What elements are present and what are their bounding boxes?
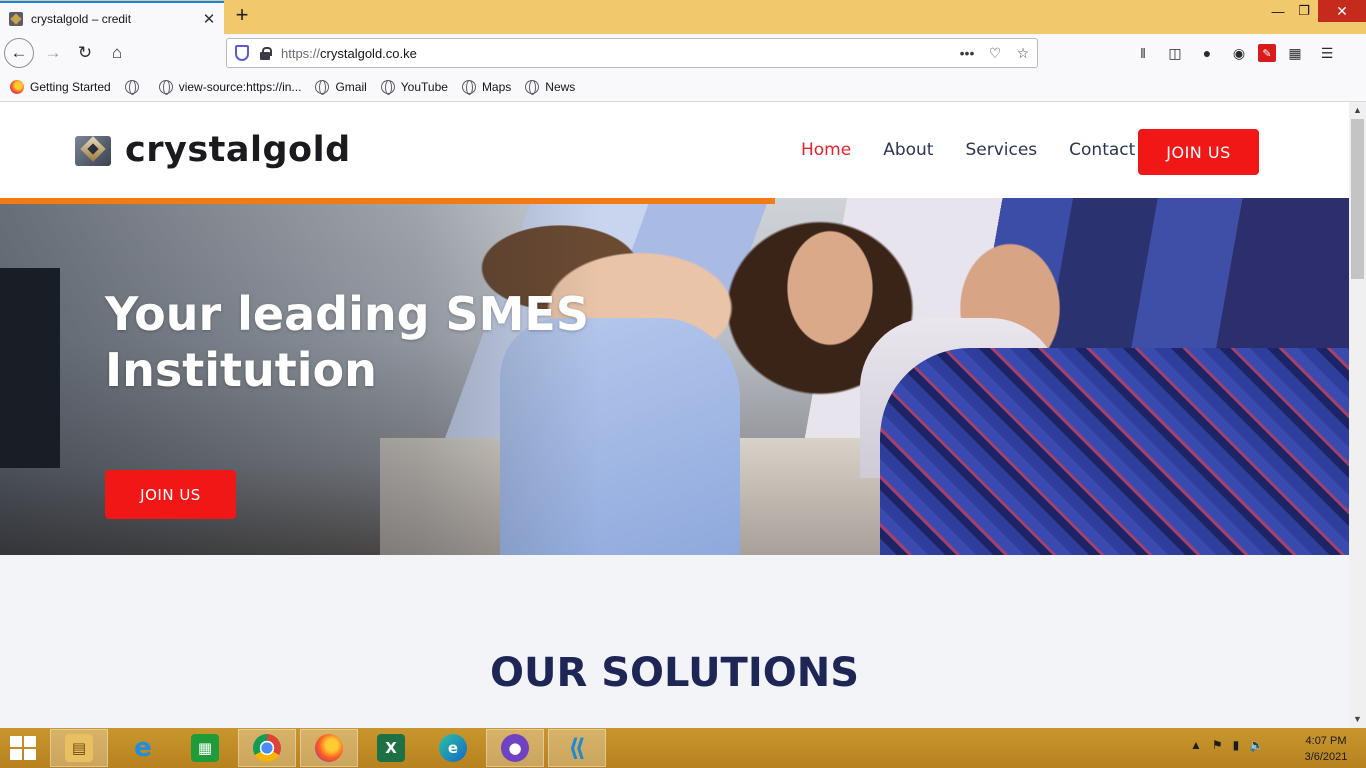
window-minimize-button[interactable]: — [1266, 0, 1290, 22]
taskbar-firefox[interactable] [300, 729, 358, 767]
nav-contact[interactable]: Contact [1069, 140, 1135, 160]
bookmark-youtube[interactable]: YouTube [380, 79, 448, 95]
hero-photo-person-right [880, 348, 1349, 555]
taskbar-excel[interactable]: X [362, 729, 420, 767]
tab-title: crystalgold – credit [31, 11, 132, 26]
taskbar-internet-explorer[interactable]: e [114, 729, 172, 767]
back-arrow-icon[interactable]: ← [4, 38, 34, 68]
windows-taskbar: ▤ e ▦ X e ● ⟪ ▲ ⚑ ▮ 🔈 4:07 PM 3/6/2021 [0, 728, 1366, 768]
lock-icon[interactable] [259, 47, 272, 60]
nav-services[interactable]: Services [965, 140, 1037, 160]
taskbar-github-desktop[interactable]: ● [486, 729, 544, 767]
nav-about[interactable]: About [883, 140, 933, 160]
window-close-button[interactable]: ✕ [1318, 0, 1366, 22]
edge-icon: e [439, 734, 467, 762]
bookmark-getting-started[interactable]: Getting Started [10, 79, 111, 94]
scroll-up-arrow-icon[interactable]: ▲ [1349, 102, 1366, 119]
clock-time: 4:07 PM [1305, 735, 1347, 747]
active-tab[interactable]: crystalgold – credit ✕ [0, 1, 224, 34]
close-tab-icon[interactable]: ✕ [197, 7, 221, 31]
extensions-puzzle-icon[interactable]: ▦ [1282, 40, 1308, 66]
header-accent-stripe [0, 198, 775, 204]
tracking-protection-shield-icon[interactable] [235, 45, 249, 61]
vscode-icon: ⟪ [568, 734, 586, 762]
taskbar-edge[interactable]: e [424, 729, 482, 767]
nav-home[interactable]: Home [801, 140, 851, 160]
page-viewport: crystalgold Home About Services Contact … [0, 102, 1349, 728]
home-icon[interactable]: ⌂ [102, 38, 132, 68]
windows-start-icon[interactable] [10, 736, 38, 762]
globe-icon [525, 79, 540, 95]
bookmark-gmail[interactable]: Gmail [315, 79, 367, 95]
hero-heading-line-2: Institution [105, 343, 377, 397]
bookmark-view-source[interactable]: view-source:https://in... [158, 79, 301, 95]
url-text[interactable]: https://crystalgold.co.ke [281, 46, 953, 61]
new-tab-button[interactable]: + [230, 4, 254, 28]
system-clock[interactable]: 4:07 PM 3/6/2021 [1294, 733, 1358, 765]
url-protocol: https:// [281, 45, 321, 61]
volume-icon[interactable]: 🔈 [1249, 738, 1264, 752]
menu-hamburger-icon[interactable]: ☰ [1314, 40, 1340, 66]
window-restore-button[interactable]: ❐ [1292, 0, 1316, 22]
bookmarks-toolbar: Getting Started view-source:https://in..… [0, 72, 1366, 102]
bookmark-news[interactable]: News [525, 79, 575, 95]
crystal-logo-icon[interactable] [75, 136, 111, 166]
internet-explorer-icon: e [134, 733, 152, 763]
power-icon[interactable]: ▮ [1233, 738, 1240, 752]
bookmark-untitled[interactable] [124, 79, 145, 95]
address-bar[interactable]: https://crystalgold.co.ke ••• ♡ ☆ [226, 38, 1038, 68]
sidebar-icon[interactable]: ◫ [1162, 40, 1188, 66]
extension-red-icon[interactable]: ✎ [1258, 44, 1276, 62]
forward-arrow-icon[interactable]: → [38, 38, 68, 68]
bookmark-maps[interactable]: Maps [461, 79, 511, 95]
page-actions-menu-icon[interactable]: ••• [953, 45, 981, 61]
url-host: crystalgold.co.ke [320, 45, 417, 61]
store-icon: ▦ [191, 734, 219, 762]
account-icon[interactable]: ● [1194, 40, 1220, 66]
github-desktop-icon: ● [501, 734, 529, 762]
extension-icon[interactable]: ◉ [1226, 40, 1252, 66]
scroll-down-arrow-icon[interactable]: ▼ [1349, 711, 1366, 728]
site-logo-text[interactable]: crystalgold [125, 130, 351, 170]
taskbar-store[interactable]: ▦ [176, 729, 234, 767]
page-scrollbar[interactable]: ▲ ▼ [1349, 102, 1366, 728]
reload-icon[interactable]: ↻ [70, 38, 100, 68]
tab-strip: crystalgold – credit ✕ + — ❐ ✕ [0, 0, 1366, 34]
taskbar-file-explorer[interactable]: ▤ [50, 729, 108, 767]
header-join-us-button[interactable]: JOIN US [1138, 129, 1259, 175]
globe-icon [158, 79, 173, 95]
globe-icon [461, 79, 476, 95]
hero-join-us-button[interactable]: JOIN US [105, 470, 236, 519]
pocket-icon[interactable]: ♡ [981, 45, 1009, 62]
site-header: crystalgold Home About Services Contact … [0, 102, 1349, 198]
hero-heading-line-1: Your leading SMES [105, 287, 589, 341]
hero-banner: Your leading SMES Institution JOIN US [0, 198, 1349, 555]
globe-icon [380, 79, 395, 95]
browser-toolbar: ← → ↻ ⌂ https://crystalgold.co.ke ••• ♡ … [0, 34, 1366, 72]
hero-heading: Your leading SMES Institution [105, 286, 665, 398]
solutions-section-title: OUR SOLUTIONS [489, 650, 860, 696]
show-hidden-icons-chevron-icon[interactable]: ▲ [1190, 738, 1202, 752]
library-icon[interactable]: ‖ [1130, 40, 1156, 66]
action-center-flag-icon[interactable]: ⚑ [1212, 738, 1223, 752]
scrollbar-thumb[interactable] [1351, 119, 1364, 279]
globe-icon [124, 79, 139, 95]
clock-date: 3/6/2021 [1304, 751, 1348, 763]
system-tray: ▲ ⚑ ▮ 🔈 [1190, 738, 1264, 752]
chrome-icon [253, 734, 281, 762]
firefox-icon [315, 734, 343, 762]
bookmark-star-icon[interactable]: ☆ [1009, 45, 1037, 62]
taskbar-chrome[interactable] [238, 729, 296, 767]
site-favicon-icon [9, 11, 23, 26]
taskbar-vscode[interactable]: ⟪ [548, 729, 606, 767]
firefox-icon [10, 79, 24, 94]
excel-icon: X [377, 734, 405, 762]
globe-icon [315, 79, 330, 95]
file-explorer-icon: ▤ [65, 734, 93, 762]
main-nav: Home About Services Contact [801, 140, 1135, 160]
